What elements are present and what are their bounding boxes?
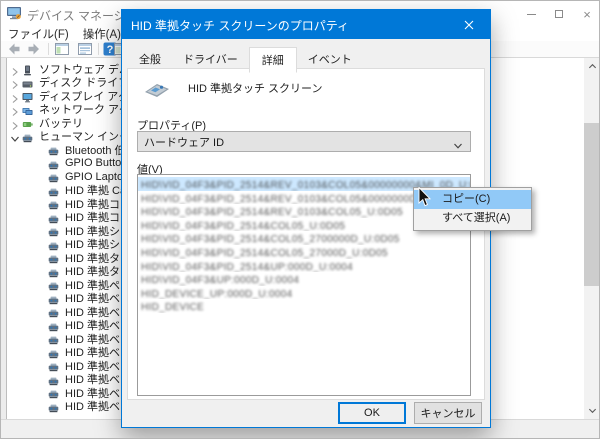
chevron-right-icon[interactable]	[10, 77, 22, 87]
chevron-right-icon[interactable]	[10, 118, 22, 128]
dialog-titlebar: HID 準拠タッチ スクリーンのプロパティ	[122, 10, 490, 39]
back-icon	[6, 41, 22, 57]
window-controls: ×	[517, 1, 600, 27]
chevron-up-icon	[588, 62, 597, 71]
value-list-item[interactable]: HID\VID_04F3&UP:000D_U:0004	[138, 272, 470, 286]
forward-icon	[26, 41, 42, 57]
network-device-icon	[22, 104, 35, 115]
hid-device-icon	[48, 320, 61, 331]
hid-device-icon	[48, 293, 61, 304]
details-tab-page: HID 準拠タッチ スクリーン プロパティ(P) ハードウェア ID 値(V) …	[127, 68, 485, 400]
property-dropdown[interactable]: ハードウェア ID	[137, 131, 471, 152]
device-manager-window: デバイス マネージャー × ファイル(F) 操作(A) 表示(V) ? ソフトウ…	[0, 0, 600, 439]
value-text-blurred: HID\VID_04F3&PID_2514&COL05_27000D_U:0D0…	[141, 248, 388, 259]
value-text-blurred: HID\VID_04F3&PID_2514&COL05_U:0D05	[141, 221, 345, 232]
value-text-blurred: HID\VID_04F3&PID_2514&UP:000D_U:0004	[141, 262, 353, 273]
cancel-button[interactable]: キャンセル	[414, 402, 482, 424]
close-button[interactable]: ×	[573, 1, 600, 27]
hid-device-icon	[48, 144, 61, 155]
chevron-down-icon	[453, 138, 463, 148]
hid-device-icon	[48, 387, 61, 398]
maximize-button[interactable]	[545, 1, 573, 27]
display-device-icon	[22, 90, 35, 101]
window-left-edge	[1, 58, 7, 419]
scroll-down-button[interactable]	[584, 402, 600, 419]
close-icon: ×	[583, 8, 591, 21]
property-dropdown-value: ハードウェア ID	[138, 134, 224, 150]
scrollbar-thumb[interactable]	[584, 123, 600, 286]
hid-device-icon	[48, 225, 61, 236]
chevron-right-icon[interactable]	[10, 91, 22, 101]
toolbar-separator	[98, 43, 99, 55]
value-list-item[interactable]: HID\VID_04F3&PID_2514&COL05_27000D_U:0D0…	[138, 245, 470, 259]
battery-device-icon	[22, 117, 35, 128]
dialog-close-button[interactable]	[448, 10, 490, 39]
tree-scrollbar[interactable]	[584, 58, 600, 419]
scroll-up-button[interactable]	[584, 58, 600, 75]
hid-device-icon	[48, 212, 61, 223]
forward-button[interactable]	[26, 41, 42, 57]
console-tree-button[interactable]	[54, 41, 70, 57]
value-text-blurred: HID\VID_04F3&PID_2514&REV_0103&COL05_U:0…	[141, 207, 403, 218]
disk-device-icon	[22, 77, 35, 88]
software-device-icon	[22, 63, 35, 74]
dialog-title: HID 準拠タッチ スクリーンのプロパティ	[131, 17, 349, 34]
value-text-blurred: HID_DEVICE_UP:000D_U:0004	[141, 289, 292, 300]
properties-list-icon	[77, 41, 93, 57]
hid-device-icon	[48, 360, 61, 371]
ok-button[interactable]: OK	[338, 402, 406, 424]
hid-device-icon	[48, 279, 61, 290]
hid-device-icon	[48, 347, 61, 358]
chevron-right-icon[interactable]	[10, 104, 22, 114]
minimize-icon	[527, 14, 536, 15]
tab-general[interactable]: 全般	[128, 46, 172, 72]
minimize-button[interactable]	[517, 1, 545, 27]
touch-screen-device-icon	[142, 77, 172, 99]
hid-device-icon	[48, 306, 61, 317]
hid-device-icon	[48, 252, 61, 263]
console-tree-icon	[54, 41, 70, 57]
properties-button[interactable]	[77, 41, 93, 57]
mouse-cursor-icon	[418, 187, 432, 207]
device-header: HID 準拠タッチ スクリーン	[142, 77, 323, 99]
chevron-right-icon[interactable]	[10, 64, 22, 74]
device-name: HID 準拠タッチ スクリーン	[188, 80, 323, 96]
menu-file[interactable]: ファイル(F)	[1, 26, 76, 42]
hid-device-icon	[48, 333, 61, 344]
maximize-icon	[555, 10, 563, 18]
dialog-footer: OK キャンセル	[122, 399, 490, 427]
chevron-down-icon	[588, 406, 597, 415]
value-text-blurred: HID_DEVICE	[141, 302, 204, 313]
value-list-item[interactable]: HID\VID_04F3&PID_2514&COL05_2700000D_U:0…	[138, 231, 470, 245]
hid-device-icon	[48, 266, 61, 277]
hid-device-icon	[48, 185, 61, 196]
chevron-down-icon[interactable]	[10, 131, 22, 141]
value-text-blurred: HID\VID_04F3&PID_2514&COL05_2700000D_U:0…	[141, 234, 400, 245]
context-menu-select-all[interactable]: すべて選択(A)	[414, 209, 531, 228]
value-text-blurred: HID\VID_04F3&UP:000D_U:0004	[141, 275, 299, 286]
value-list-item[interactable]: HID\VID_04F3&PID_2514&UP:000D_U:0004	[138, 259, 470, 273]
tab-details[interactable]: 詳細	[249, 47, 297, 73]
close-icon	[464, 20, 474, 30]
hid-device-icon	[48, 171, 61, 182]
device-manager-app-icon	[6, 5, 22, 21]
tab-driver[interactable]: ドライバー	[172, 46, 249, 72]
value-list-item[interactable]: HID_DEVICE_UP:000D_U:0004	[138, 286, 470, 300]
back-button[interactable]	[6, 41, 22, 57]
tab-events[interactable]: イベント	[297, 46, 363, 72]
value-text-blurred: HID\VID_04F3&PID_2514&REV_0103&COL05&000…	[141, 194, 458, 205]
toolbar-separator	[48, 43, 49, 55]
hid-device-icon	[48, 401, 61, 412]
value-list-item[interactable]: HID_DEVICE	[138, 299, 470, 313]
hid-device-icon	[48, 239, 61, 250]
dialog-tabs: 全般 ドライバー 詳細 イベント	[128, 46, 363, 72]
hid-device-icon	[48, 374, 61, 385]
hid-device-icon	[48, 158, 61, 169]
hid-device-icon	[48, 198, 61, 209]
hid-device-icon	[22, 131, 35, 142]
